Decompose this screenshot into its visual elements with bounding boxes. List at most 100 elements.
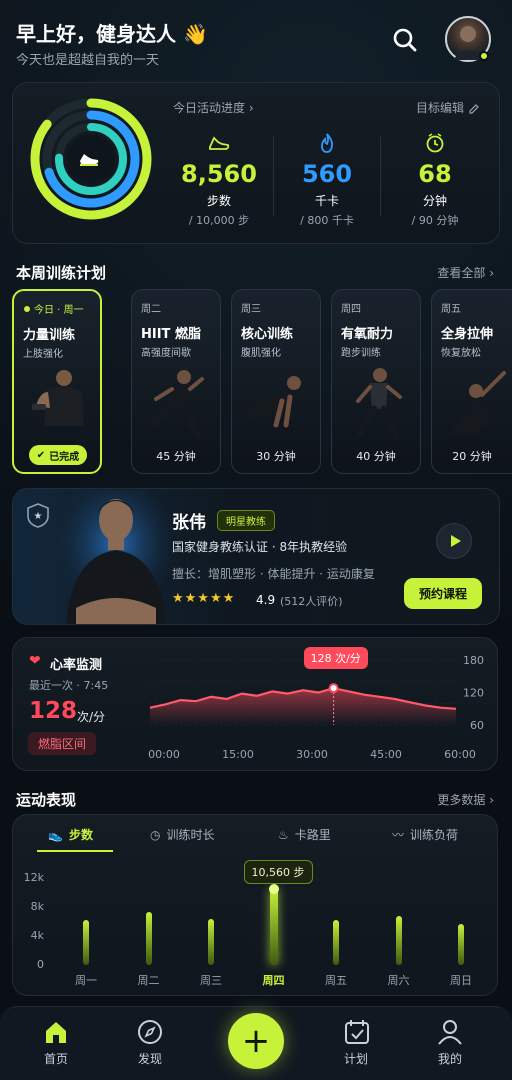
tab-label: 训练负荷	[410, 828, 459, 842]
nav-profile[interactable]: 我的	[420, 1050, 480, 1067]
plan-name: 核心训练	[241, 327, 294, 342]
x-tick-label: 60:00	[444, 748, 476, 761]
nav-discover[interactable]: 发现	[120, 1050, 180, 1067]
flame-icon: ♨	[278, 827, 289, 842]
plan-view-all[interactable]: 查看全部 ›	[437, 264, 494, 281]
shoe-icon	[208, 134, 230, 152]
plan-title: 本周训练计划	[16, 264, 107, 282]
y-tick-label: 180	[463, 654, 484, 667]
x-tick-label: 周六	[387, 974, 410, 987]
y-tick-label: 60	[470, 719, 484, 732]
bar[interactable]	[458, 924, 464, 965]
bar[interactable]	[83, 920, 89, 965]
plan-name: 有氧耐力	[341, 327, 394, 342]
greeting-title: 早上好，健身达人 👋	[16, 22, 208, 46]
plan-day: 周四	[341, 304, 361, 315]
performance-more[interactable]: 更多数据 ›	[437, 791, 494, 808]
sneaker-icon	[77, 148, 101, 168]
app-root: 早上好，健身达人 👋 今天也是超越自我的一天 今日活动进度 › 目标编辑 8,5…	[0, 0, 512, 1080]
book-course-button[interactable]: 预约课程	[404, 578, 482, 609]
steps-value: 8,560	[181, 160, 257, 188]
calendar-check-icon[interactable]	[343, 1018, 371, 1046]
plan-duration: 40 分钟	[356, 450, 396, 463]
rating-count: (512人评价)	[280, 595, 343, 608]
star-coach-badge: 明星教练	[217, 510, 275, 531]
rating-stars: ★★★★★	[172, 591, 236, 606]
tab-label: 卡路里	[294, 828, 331, 842]
steps-tooltip: 10,560 步	[243, 860, 313, 884]
compass-icon[interactable]	[136, 1018, 164, 1046]
play-button[interactable]	[436, 523, 472, 559]
today-dot	[24, 306, 30, 312]
plus-icon: +	[241, 1021, 271, 1061]
minutes-value: 68	[418, 160, 452, 188]
search-icon[interactable]	[391, 26, 419, 54]
nav-home[interactable]: 首页	[26, 1050, 86, 1067]
bar[interactable]	[269, 888, 278, 965]
tab-label: 训练时长	[166, 828, 215, 842]
flame-icon	[317, 132, 337, 154]
plan-card-mon[interactable]: 今日 · 周一 力量训练 上肢强化 ✔ 已完成	[12, 289, 102, 474]
athlete-image	[346, 365, 408, 445]
clock-icon: ◷	[150, 827, 161, 842]
pulse-icon: 〰	[392, 828, 405, 842]
x-tick-label: 00:00	[148, 748, 180, 761]
plan-card-wed[interactable]: 周三 核心训练 腹肌强化 30 分钟	[231, 289, 321, 474]
fat-burn-zone-badge: 燃脂区间	[28, 732, 97, 755]
calories-goal: / 800 千卡	[300, 214, 354, 227]
athlete-image	[246, 365, 308, 445]
heart-unit: 次/分	[77, 710, 106, 724]
plan-day: 今日 · 周一	[34, 305, 84, 316]
coach-name: 张伟	[172, 513, 206, 533]
x-tick-label: 周五	[325, 974, 347, 987]
bar[interactable]	[145, 912, 152, 965]
x-tick-label: 30:00	[296, 748, 328, 761]
x-tick-label: 周三	[200, 974, 222, 987]
plan-duration: 20 分钟	[452, 450, 492, 463]
heart-rate-tooltip: 128 次/分	[303, 647, 368, 669]
check-icon: ✔	[36, 449, 46, 461]
x-tick-label: 45:00	[370, 748, 402, 761]
heart-icon: ❤	[29, 653, 41, 669]
x-tick-label: 周日	[450, 974, 472, 987]
x-tick-label: 周一	[75, 974, 97, 987]
plan-duration: 30 分钟	[256, 450, 296, 463]
x-tick-label: 15:00	[222, 748, 254, 761]
svg-text:★: ★	[34, 511, 43, 522]
bar[interactable]	[208, 919, 214, 965]
bar[interactable]	[395, 916, 402, 965]
rating-value: 4.9	[256, 593, 276, 607]
plan-card-tue[interactable]: 周二 HIIT 燃脂 高强度间歇 45 分钟	[131, 289, 221, 474]
activity-title-link[interactable]: 今日活动进度 ›	[173, 99, 254, 116]
home-icon[interactable]	[42, 1018, 70, 1046]
clock-icon	[425, 133, 445, 153]
minutes-label: 分钟	[422, 194, 447, 208]
play-icon	[450, 535, 461, 547]
plan-name: 力量训练	[23, 328, 76, 343]
minutes-goal: / 90 分钟	[411, 214, 459, 227]
plan-card-fri[interactable]: 周五 全身拉伸 恢复放松 20 分钟	[431, 289, 512, 474]
plan-day: 周五	[441, 304, 461, 315]
heart-title: 心率监测	[50, 658, 103, 673]
plan-sub: 跑步训练	[341, 348, 381, 359]
add-button[interactable]: +	[228, 1013, 284, 1069]
tab-load[interactable]: 〰训练负荷	[392, 826, 458, 843]
greeting-subtitle: 今天也是超越自我的一天	[16, 53, 160, 68]
bar[interactable]	[333, 920, 339, 965]
tab-steps[interactable]: 👟 步数	[48, 826, 93, 843]
pencil-icon[interactable]	[468, 100, 480, 114]
y-tick-label: 12k	[23, 871, 44, 884]
heart-rate-area	[150, 688, 456, 725]
tab-duration[interactable]: ◷ 训练时长	[150, 826, 215, 843]
nav-plan[interactable]: 计划	[326, 1050, 386, 1067]
plan-name: 全身拉伸	[441, 327, 494, 342]
tab-calories[interactable]: ♨ 卡路里	[278, 826, 331, 843]
athlete-image	[146, 365, 208, 445]
goal-edit-link[interactable]: 目标编辑	[416, 99, 464, 116]
user-icon[interactable]	[436, 1018, 464, 1046]
completed-label: 已完成	[49, 451, 80, 463]
plan-card-thu[interactable]: 周四 有氧耐力 跑步训练 40 分钟	[331, 289, 421, 474]
x-tick-label: 周四	[262, 974, 285, 987]
plan-day: 周三	[241, 304, 261, 315]
y-tick-label: 4k	[30, 929, 44, 942]
